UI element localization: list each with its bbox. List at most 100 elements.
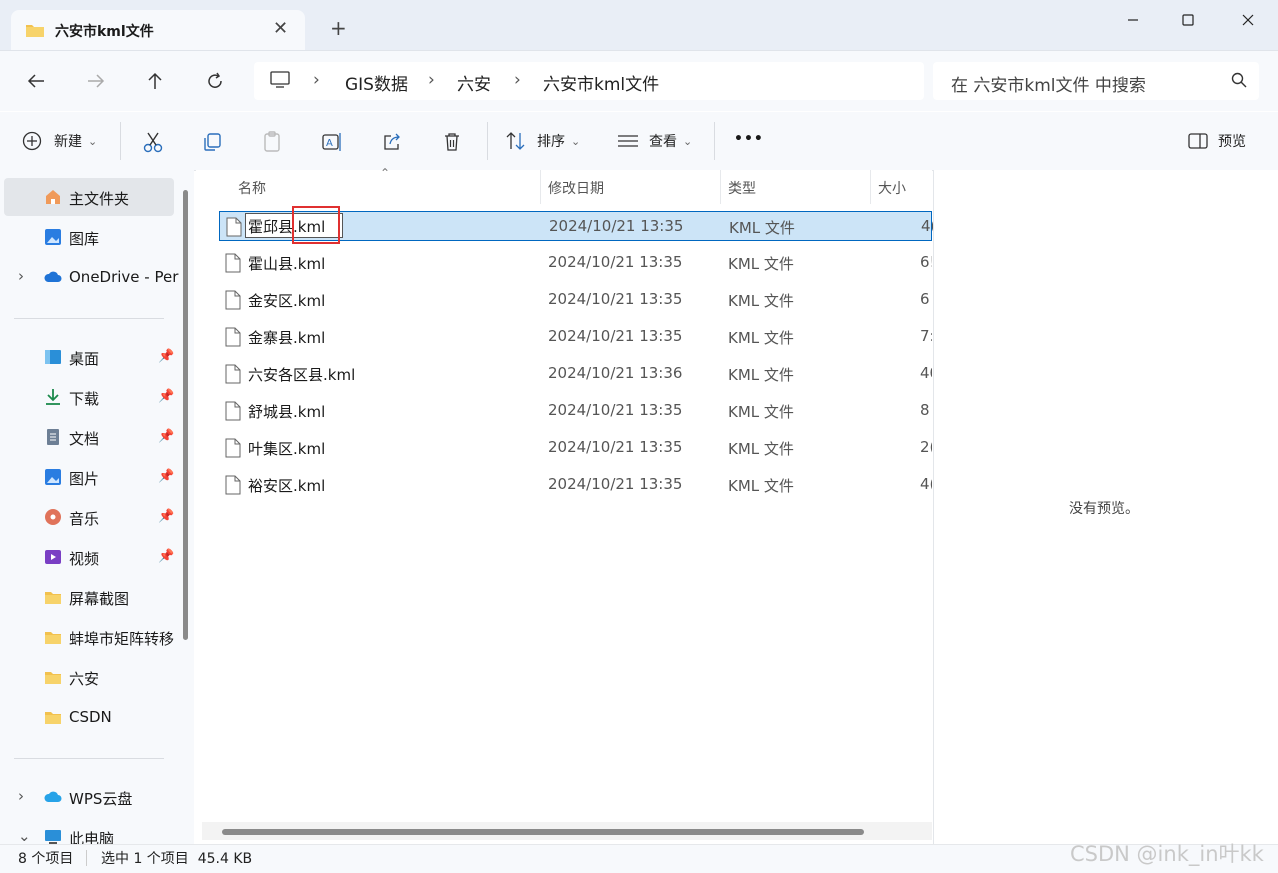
scissors-icon xyxy=(143,132,163,153)
file-size: 4( xyxy=(920,475,932,493)
breadcrumb-item[interactable]: GIS数据 xyxy=(345,70,408,95)
copy-icon xyxy=(204,133,221,151)
file-row[interactable]: 霍山县.kml 2024/10/21 13:35 KML 文件 6! xyxy=(219,248,932,278)
file-row[interactable]: 金安区.kml 2024/10/21 13:35 KML 文件 6 xyxy=(219,285,932,315)
chevron-down-icon[interactable]: ⌄ xyxy=(18,827,31,844)
sidebar-item-pictures[interactable]: 图片 📌 xyxy=(4,458,174,496)
sidebar-item-folder[interactable]: CSDN xyxy=(4,698,174,736)
pin-icon[interactable]: 📌 xyxy=(158,389,174,404)
refresh-button[interactable] xyxy=(199,65,231,97)
file-name: 六安各区县.kml xyxy=(248,366,356,384)
chevron-right-icon[interactable]: › xyxy=(18,787,24,805)
copy-button[interactable] xyxy=(198,128,226,156)
file-row[interactable]: 叶集区.kml 2024/10/21 13:35 KML 文件 2( xyxy=(219,433,932,463)
file-type: KML 文件 xyxy=(728,440,794,458)
chevron-right-icon[interactable]: › xyxy=(514,70,521,90)
file-row[interactable]: 金寨县.kml 2024/10/21 13:35 KML 文件 7: xyxy=(219,322,932,352)
file-row[interactable]: 裕安区.kml 2024/10/21 13:35 KML 文件 4( xyxy=(219,470,932,500)
column-header-date[interactable]: 修改日期 xyxy=(548,178,604,198)
file-type: KML 文件 xyxy=(728,477,794,495)
rename-button[interactable]: A xyxy=(318,128,346,156)
sidebar-item-folder[interactable]: 蚌埠市矩阵转移 xyxy=(4,618,174,656)
column-separator[interactable] xyxy=(870,170,871,204)
back-button[interactable] xyxy=(20,65,52,97)
chevron-right-icon[interactable]: › xyxy=(313,70,320,90)
sidebar-item-label: 蚌埠市矩阵转移 xyxy=(69,630,175,648)
sidebar-item-downloads[interactable]: 下载 📌 xyxy=(4,378,174,416)
sidebar-item-music[interactable]: 音乐 📌 xyxy=(4,498,174,536)
sidebar-item-screenshots[interactable]: 屏幕截图 xyxy=(4,578,174,616)
column-separator[interactable] xyxy=(720,170,721,204)
sort-button[interactable]: 排序 ⌄ xyxy=(505,131,580,151)
file-name: 金安区.kml xyxy=(248,292,326,310)
file-size: 8 xyxy=(920,401,930,419)
preview-pane-icon xyxy=(1188,133,1208,149)
file-row[interactable]: 舒城县.kml 2024/10/21 13:35 KML 文件 8 xyxy=(219,396,932,426)
sidebar-item-documents[interactable]: 文档 📌 xyxy=(4,418,174,456)
file-size: 2( xyxy=(920,438,932,456)
pin-icon[interactable]: 📌 xyxy=(158,469,174,484)
cloud-icon xyxy=(44,271,62,282)
file-type: KML 文件 xyxy=(728,329,794,347)
tab-close-icon[interactable]: ✕ xyxy=(273,18,288,39)
document-icon xyxy=(47,429,59,445)
file-icon xyxy=(225,327,241,347)
file-type: KML 文件 xyxy=(728,255,794,273)
column-separator[interactable] xyxy=(540,170,541,204)
computer-icon[interactable] xyxy=(270,71,290,93)
pin-icon[interactable]: 📌 xyxy=(158,349,174,364)
file-date: 2024/10/21 13:35 xyxy=(548,401,683,419)
tab-current[interactable]: 六安市kml文件 ✕ xyxy=(11,10,305,50)
breadcrumb-item[interactable]: 六安市kml文件 xyxy=(543,70,659,95)
forward-button[interactable] xyxy=(80,65,112,97)
column-header-name[interactable]: 名称 xyxy=(238,178,266,198)
chevron-right-icon[interactable]: › xyxy=(428,70,435,90)
more-options-button[interactable]: ••• xyxy=(734,131,764,147)
sidebar-item-home[interactable]: 主文件夹 xyxy=(4,178,174,216)
sidebar-item-onedrive[interactable]: › OneDrive - Per xyxy=(4,258,178,296)
pin-icon[interactable]: 📌 xyxy=(158,549,174,564)
maximize-button[interactable] xyxy=(1165,4,1211,36)
column-header-type[interactable]: 类型 xyxy=(728,178,756,198)
sidebar-item-desktop[interactable]: 桌面 📌 xyxy=(4,338,174,376)
share-button[interactable] xyxy=(378,128,406,156)
share-icon xyxy=(384,133,400,150)
sidebar-item-this-pc[interactable]: ⌄ 此电脑 xyxy=(4,818,174,844)
sidebar-item-videos[interactable]: 视频 📌 xyxy=(4,538,174,576)
sidebar-item-folder[interactable]: 六安 xyxy=(4,658,174,696)
view-button[interactable]: 查看 ⌄ xyxy=(617,131,692,151)
trash-icon xyxy=(445,133,459,151)
pin-icon[interactable]: 📌 xyxy=(158,509,174,524)
search-icon[interactable] xyxy=(1231,72,1247,92)
search-input[interactable]: 在 六安市kml文件 中搜索 xyxy=(951,71,1146,96)
minimize-button[interactable] xyxy=(1110,4,1156,36)
pin-icon[interactable]: 📌 xyxy=(158,429,174,444)
new-tab-button[interactable]: + xyxy=(330,16,347,40)
chevron-right-icon[interactable]: › xyxy=(18,267,24,285)
breadcrumb-item[interactable]: 六安 xyxy=(457,70,491,95)
file-icon xyxy=(225,438,241,458)
preview-button[interactable]: 预览 xyxy=(1188,131,1246,151)
cut-button[interactable] xyxy=(139,128,167,156)
pictures-icon xyxy=(45,469,61,485)
file-name: 舒城县.kml xyxy=(248,403,326,421)
new-button[interactable]: 新建 ⌄ xyxy=(22,131,97,151)
sidebar-item-wps-cloud[interactable]: › WPS云盘 xyxy=(4,778,174,816)
column-header-size[interactable]: 大小 xyxy=(878,178,906,198)
search-box[interactable]: 在 六安市kml文件 中搜索 xyxy=(933,62,1259,100)
paste-button[interactable] xyxy=(258,128,286,156)
preview-message: 没有预览。 xyxy=(1069,501,1139,517)
sidebar-item-gallery[interactable]: 图库 xyxy=(4,218,174,256)
file-type: KML 文件 xyxy=(728,366,794,384)
desktop-icon xyxy=(45,350,61,364)
sidebar-item-label: 音乐 xyxy=(69,510,100,528)
sidebar-scrollbar[interactable] xyxy=(183,190,188,640)
close-window-button[interactable] xyxy=(1225,4,1271,36)
delete-button[interactable] xyxy=(438,128,466,156)
horizontal-scrollbar[interactable] xyxy=(222,829,864,835)
file-icon xyxy=(225,290,241,310)
up-button[interactable] xyxy=(139,65,171,97)
file-date: 2024/10/21 13:35 xyxy=(548,475,683,493)
file-row[interactable]: 六安各区县.kml 2024/10/21 13:36 KML 文件 404 xyxy=(219,359,932,389)
download-icon xyxy=(46,389,60,405)
